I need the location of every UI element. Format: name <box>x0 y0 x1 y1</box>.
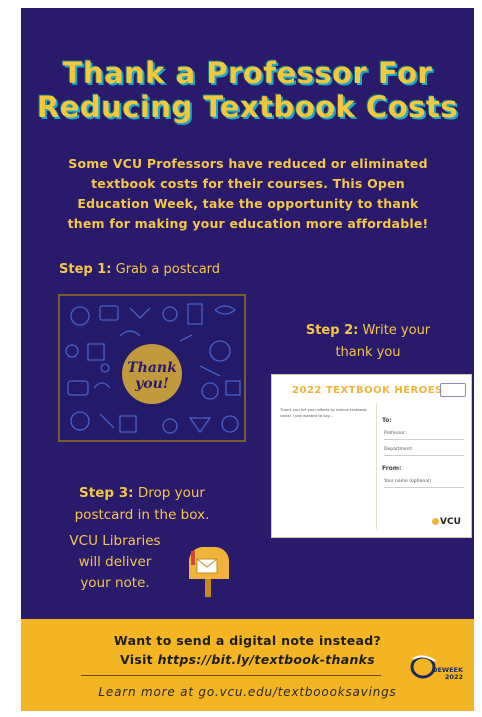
step-1-text: Grab a postcard <box>115 262 221 277</box>
step-1-label: Step 1: <box>59 262 112 277</box>
intro-paragraph: Some VCU Professors have reduced or elim… <box>43 154 453 234</box>
open-ed-badge-icon <box>440 383 466 397</box>
footer-learn-more[interactable]: Learn more at go.vcu.edu/textboooksaving… <box>21 685 474 699</box>
postcard-front-text-1: Thank <box>127 360 177 376</box>
libraries-line-3: your note. <box>80 575 150 591</box>
step-2-heading: Step 2: Write your thank you <box>283 320 453 364</box>
postcard-front-image: Thank you! <box>58 294 246 442</box>
libraries-note: VCU Libraries will deliver your note. <box>55 531 175 594</box>
title-line-2: Reducing Textbook Costs <box>36 90 459 124</box>
step-2-label: Step 2: <box>305 323 359 338</box>
step-3-heading: Step 3: Drop your postcard in the box. <box>49 482 269 526</box>
title-line-1: Thank a Professor For <box>62 56 433 90</box>
postcard-back-department: Department: <box>384 447 413 452</box>
intro-line-1: Some VCU Professors have reduced or elim… <box>68 156 428 171</box>
doodle-pattern: Thank you! <box>65 303 241 434</box>
libraries-line-1: VCU Libraries <box>69 533 161 549</box>
postcard-back-line <box>384 487 464 488</box>
postcard-back-your-name: Your name (optional) <box>384 479 431 484</box>
footer-question: Want to send a digital note instead? <box>113 633 382 648</box>
postcard-back-to: To: <box>382 417 392 424</box>
postcard-back-professor: Professor: <box>384 431 407 436</box>
footer-link[interactable]: https://bit.ly/textbook-thanks <box>158 652 375 667</box>
vcu-logo: VCU <box>432 517 461 527</box>
footer-visit-line: Visit https://bit.ly/textbook-thanks <box>21 652 474 667</box>
postcard-back-from: From: <box>382 465 402 472</box>
step-3-text-2: postcard in the box. <box>74 507 210 523</box>
intro-line-4: them for making your education more affo… <box>67 216 429 231</box>
footer-banner: Want to send a digital note instead? Vis… <box>21 619 474 711</box>
footer-divider <box>81 675 381 676</box>
poster: Thank a Professor For Reducing Textbook … <box>21 8 474 711</box>
step-2-text-1: Write your <box>362 323 431 338</box>
postcard-front-text-2: you! <box>134 376 169 392</box>
open-education-week-logo-text: OEWEEK 2022 <box>431 666 463 681</box>
step-1-heading: Step 1: Grab a postcard <box>59 262 220 277</box>
step-2-text-2: thank you <box>335 345 401 360</box>
mailbox-icon <box>189 547 229 597</box>
step-3-text-1: Drop your <box>137 485 205 501</box>
step-3-label: Step 3: <box>79 485 134 501</box>
poster-title: Thank a Professor For Reducing Textbook … <box>21 56 474 124</box>
postcard-back-divider <box>376 403 377 529</box>
postcard-back-heading: 2022 TEXTBOOK HEROES <box>292 385 443 396</box>
footer-visit-label: Visit <box>119 652 153 667</box>
postcard-back-line <box>384 439 464 440</box>
intro-line-2: textbook costs for their courses. This O… <box>91 176 405 191</box>
libraries-line-2: will deliver <box>78 554 152 570</box>
intro-line-3: Education Week, take the opportunity to … <box>77 196 419 211</box>
postcard-back-line <box>384 455 464 456</box>
postcard-back-image: 2022 TEXTBOOK HEROES Thank you for your … <box>271 374 472 538</box>
postcard-back-body: Thank you for your efforts to reduce tex… <box>280 407 367 418</box>
